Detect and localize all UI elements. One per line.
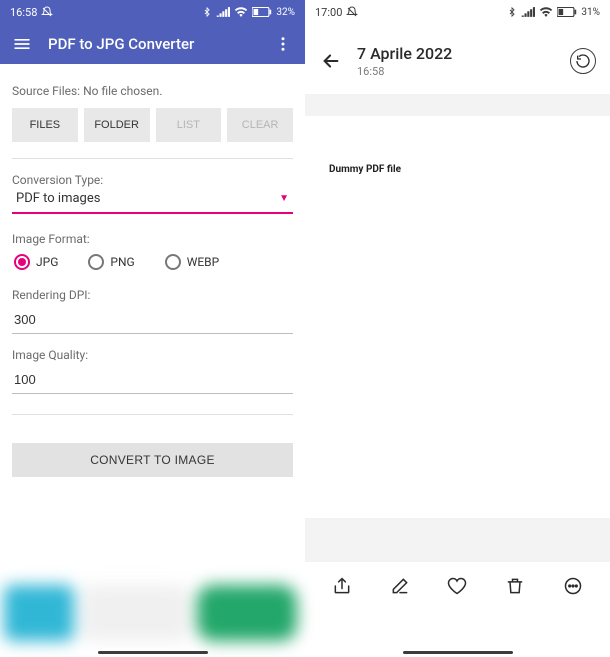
- rotate-button[interactable]: [570, 48, 596, 74]
- preview-time: 16:58: [357, 65, 556, 78]
- status-time: 16:58: [10, 6, 37, 19]
- main-content: Source Files: No file chosen. FILES FOLD…: [0, 64, 305, 485]
- preview-area[interactable]: Dummy PDF file: [305, 116, 610, 456]
- nav-bar-indicator: [403, 651, 513, 654]
- convert-button[interactable]: CONVERT TO IMAGE: [12, 443, 293, 477]
- quality-input[interactable]: [12, 366, 293, 394]
- dpi-input[interactable]: [12, 306, 293, 334]
- trash-icon[interactable]: [499, 570, 531, 602]
- screen-pdf-converter: 16:58 32% PDF to JPG Converter Source: [0, 0, 305, 657]
- edit-icon[interactable]: [384, 570, 416, 602]
- dnd-icon: [41, 6, 53, 18]
- conversion-type-select[interactable]: PDF to images ▼: [12, 191, 293, 214]
- more-icon[interactable]: [557, 570, 589, 602]
- status-bar: 16:58 32%: [0, 0, 305, 24]
- back-icon[interactable]: [319, 49, 343, 73]
- format-jpg-label: JPG: [36, 255, 58, 269]
- action-bar: [305, 562, 610, 610]
- conversion-type-label: Conversion Type:: [12, 173, 293, 187]
- nav-bar-indicator: [98, 651, 208, 654]
- battery-pct: 31%: [581, 7, 600, 18]
- radio-icon: [88, 254, 104, 270]
- format-webp-label: WEBP: [187, 255, 220, 269]
- status-bar: 17:00 31%: [305, 0, 610, 24]
- bluetooth-icon: [202, 6, 212, 18]
- preview-strip-top: [305, 94, 610, 116]
- dpi-label: Rendering DPI:: [12, 288, 293, 302]
- screen-gallery-preview: 17:00 31% 7 Aprile 2022 16:58: [305, 0, 610, 657]
- preview-content-text: Dummy PDF file: [329, 164, 586, 175]
- battery-pct: 32%: [276, 7, 295, 18]
- format-webp-radio[interactable]: WEBP: [165, 254, 220, 270]
- quality-label: Image Quality:: [12, 348, 293, 362]
- app-bar: PDF to JPG Converter: [0, 24, 305, 64]
- image-format-group: JPG PNG WEBP: [14, 254, 293, 270]
- preview-date: 7 Aprile 2022: [357, 44, 556, 63]
- ad-banner[interactable]: [4, 585, 297, 641]
- menu-icon[interactable]: [10, 32, 34, 56]
- status-time: 17:00: [315, 6, 342, 19]
- radio-icon: [14, 254, 30, 270]
- format-jpg-radio[interactable]: JPG: [14, 254, 58, 270]
- file-buttons-row: FILES FOLDER LIST CLEAR: [12, 108, 293, 142]
- battery-icon: [252, 7, 272, 17]
- heart-icon[interactable]: [441, 570, 473, 602]
- divider: [12, 414, 293, 415]
- signal-icon: [216, 7, 230, 17]
- clear-button[interactable]: CLEAR: [227, 108, 293, 142]
- divider: [12, 158, 293, 159]
- preview-strip-bottom: [305, 518, 610, 562]
- wifi-icon: [539, 7, 553, 17]
- list-button[interactable]: LIST: [156, 108, 222, 142]
- source-files-row: Source Files: No file chosen.: [12, 84, 293, 98]
- files-button[interactable]: FILES: [12, 108, 78, 142]
- battery-icon: [557, 7, 577, 17]
- app-title: PDF to JPG Converter: [48, 35, 257, 53]
- bluetooth-icon: [507, 6, 517, 18]
- source-files-value: No file chosen.: [83, 84, 162, 98]
- format-png-radio[interactable]: PNG: [88, 254, 134, 270]
- conversion-type-value: PDF to images: [16, 191, 100, 206]
- share-icon[interactable]: [326, 570, 358, 602]
- source-files-label: Source Files:: [12, 84, 80, 98]
- format-png-label: PNG: [110, 255, 134, 269]
- overflow-icon[interactable]: [271, 32, 295, 56]
- radio-icon: [165, 254, 181, 270]
- chevron-down-icon: ▼: [279, 193, 289, 204]
- signal-icon: [521, 7, 535, 17]
- folder-button[interactable]: FOLDER: [84, 108, 150, 142]
- image-format-label: Image Format:: [12, 232, 293, 246]
- preview-header: 7 Aprile 2022 16:58: [305, 24, 610, 88]
- dnd-icon: [346, 6, 358, 18]
- wifi-icon: [234, 7, 248, 17]
